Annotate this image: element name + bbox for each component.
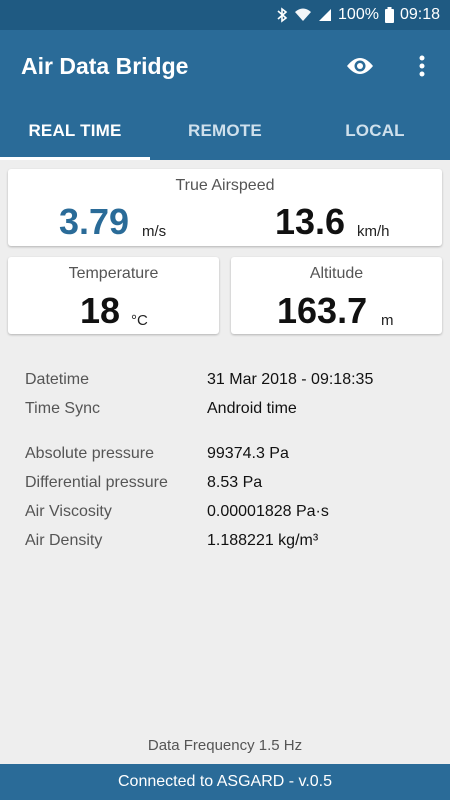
diff-pressure-label: Differential pressure bbox=[25, 474, 168, 491]
viscosity-label: Air Viscosity bbox=[25, 503, 112, 520]
status-bar: 100% 09:18 bbox=[0, 0, 450, 30]
abs-pressure-value: 99374.3 Pa bbox=[207, 445, 289, 462]
diff-pressure-value: 8.53 Pa bbox=[207, 474, 263, 491]
density-value: 1.188221 kg/m³ bbox=[207, 532, 319, 549]
altitude-unit: m bbox=[381, 312, 394, 329]
battery-level: 100% bbox=[338, 6, 379, 23]
airspeed-ms-value: 3.79 bbox=[59, 201, 130, 242]
connection-status-bar: Connected to ASGARD - v.0.5 bbox=[0, 764, 450, 800]
temperature-value: 18 bbox=[80, 290, 121, 331]
timesync-value: Android time bbox=[207, 400, 297, 417]
datetime-label: Datetime bbox=[25, 371, 90, 388]
app-title: Air Data Bridge bbox=[21, 52, 189, 79]
eye-icon[interactable] bbox=[340, 46, 380, 86]
airspeed-label: True Airspeed bbox=[175, 177, 275, 194]
data-frequency: Data Frequency 1.5 Hz bbox=[147, 737, 303, 754]
temperature-label: Temperature bbox=[68, 265, 159, 282]
airspeed-card: True Airspeed 3.79 m/s 13.6 km/h bbox=[8, 169, 442, 246]
viscosity-value: 0.00001828 Pa·s bbox=[207, 503, 329, 520]
altitude-card: Altitude 163.7 m bbox=[231, 257, 442, 334]
timesync-label: Time Sync bbox=[25, 400, 100, 417]
temperature-unit: °C bbox=[131, 312, 148, 329]
tab-remote[interactable]: REMOTE bbox=[150, 102, 300, 160]
battery-icon bbox=[384, 7, 394, 23]
density-label: Air Density bbox=[25, 532, 103, 549]
bluetooth-icon bbox=[276, 7, 288, 23]
altitude-value: 163.7 bbox=[277, 290, 368, 331]
signal-icon bbox=[318, 8, 332, 22]
more-vert-icon[interactable] bbox=[402, 46, 442, 86]
airspeed-kmh-unit: km/h bbox=[357, 223, 390, 240]
altitude-label: Altitude bbox=[309, 265, 364, 282]
wifi-icon bbox=[294, 8, 312, 22]
abs-pressure-label: Absolute pressure bbox=[25, 445, 154, 462]
clock: 09:18 bbox=[399, 6, 440, 23]
datetime-value: 31 Mar 2018 - 09:18:35 bbox=[207, 371, 374, 388]
connection-status: Connected to ASGARD - v.0.5 bbox=[117, 773, 333, 790]
app-bar: Air Data Bridge bbox=[0, 30, 450, 102]
tab-bar: REAL TIME REMOTE LOCAL bbox=[0, 102, 450, 160]
temperature-card: Temperature 18 °C bbox=[8, 257, 219, 334]
airspeed-kmh-value: 13.6 bbox=[275, 201, 346, 242]
airspeed-ms-unit: m/s bbox=[142, 223, 167, 240]
tab-local[interactable]: LOCAL bbox=[300, 102, 450, 160]
tab-real-time[interactable]: REAL TIME bbox=[0, 102, 150, 160]
